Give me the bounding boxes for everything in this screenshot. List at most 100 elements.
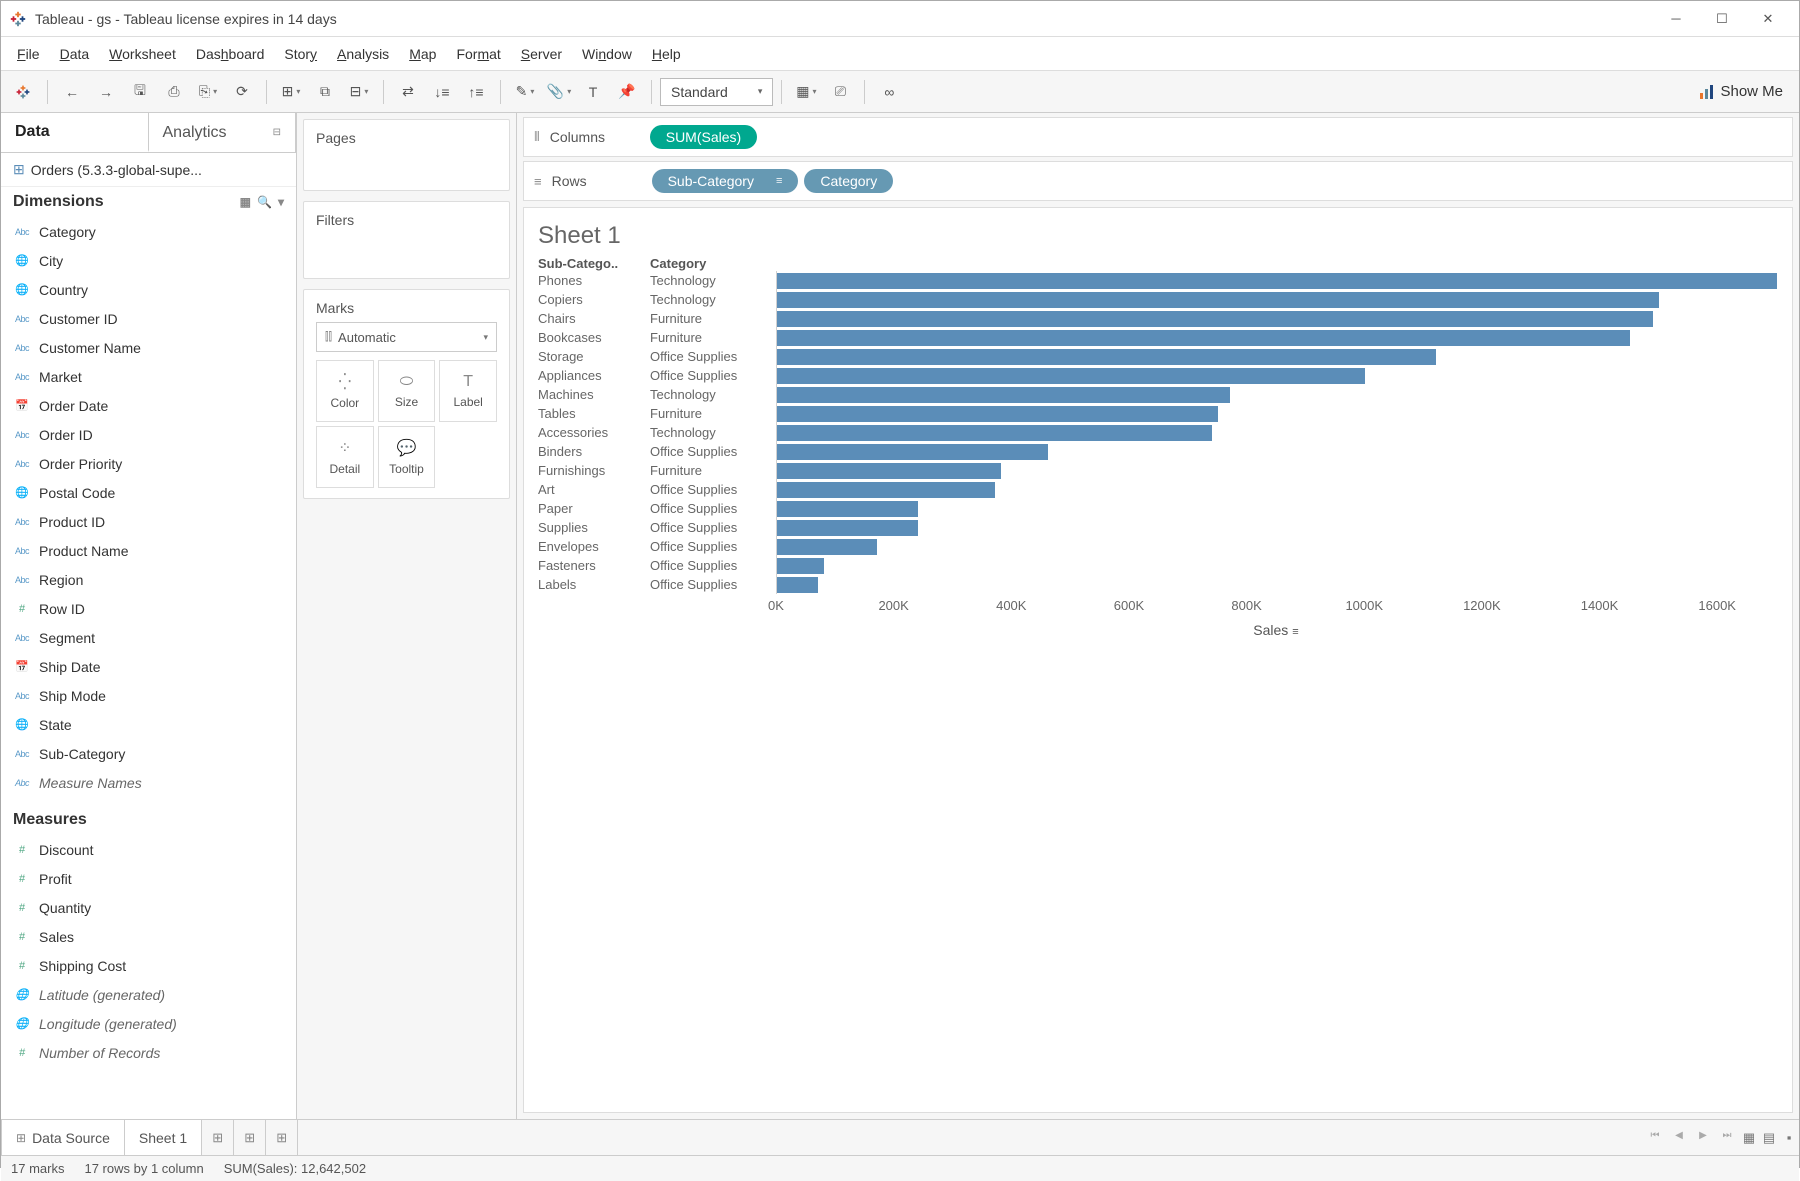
sort-desc-button[interactable]: ↑≡ <box>460 78 492 106</box>
bar[interactable] <box>777 577 818 593</box>
pill-sub-category[interactable]: Sub-Category≡ <box>652 169 799 193</box>
field-segment[interactable]: AbcSegment <box>1 623 296 652</box>
field-order-date[interactable]: 📅Order Date <box>1 391 296 420</box>
undo-button[interactable]: ← <box>56 78 88 106</box>
group-button[interactable]: 📎 <box>543 78 575 106</box>
bar[interactable] <box>777 368 1365 384</box>
share-button[interactable]: ∞ <box>873 78 905 106</box>
menu-analysis[interactable]: Analysis <box>327 42 399 66</box>
field-ship-mode[interactable]: AbcShip Mode <box>1 681 296 710</box>
close-button[interactable]: ✕ <box>1745 4 1791 34</box>
bar[interactable] <box>777 425 1212 441</box>
search-icon[interactable]: 🔍 <box>257 195 272 209</box>
field-row-id[interactable]: #Row ID <box>1 594 296 623</box>
nav-first-button[interactable]: ⏮ <box>1643 1130 1667 1141</box>
labels-button[interactable]: T <box>577 78 609 106</box>
field-order-id[interactable]: AbcOrder ID <box>1 420 296 449</box>
data-tab[interactable]: Data <box>1 113 149 152</box>
chart-row[interactable]: FurnishingsFurniture <box>538 461 1778 480</box>
nav-next-button[interactable]: ▶ <box>1691 1130 1715 1141</box>
size-shelf[interactable]: ⬭Size <box>378 360 436 422</box>
field-product-name[interactable]: AbcProduct Name <box>1 536 296 565</box>
bar[interactable] <box>777 387 1230 403</box>
refresh-button[interactable]: ⟳ <box>226 78 258 106</box>
detail-shelf[interactable]: ⁘Detail <box>316 426 374 488</box>
minimize-button[interactable]: ─ <box>1653 4 1699 34</box>
chart-row[interactable]: EnvelopesOffice Supplies <box>538 537 1778 556</box>
menu-dashboard[interactable]: Dashboard <box>186 42 275 66</box>
chart-row[interactable]: ArtOffice Supplies <box>538 480 1778 499</box>
menu-map[interactable]: Map <box>399 42 446 66</box>
swap-rows-cols-button[interactable]: ⇄ <box>392 78 424 106</box>
field-state[interactable]: 🌐State <box>1 710 296 739</box>
new-sheet-button[interactable]: ⊞ <box>202 1120 234 1155</box>
field-market[interactable]: AbcMarket <box>1 362 296 391</box>
field-profit[interactable]: #Profit <box>1 864 296 893</box>
nav-last-button[interactable]: ⏭ <box>1715 1130 1739 1141</box>
bar[interactable] <box>777 558 824 574</box>
marks-type-dropdown[interactable]: ⫿⫿Automatic <box>316 322 497 352</box>
view-sorter-button[interactable]: ▪ <box>1779 1130 1799 1145</box>
maximize-button[interactable]: ☐ <box>1699 4 1745 34</box>
bar[interactable] <box>777 482 995 498</box>
cards-button[interactable]: ▦ <box>790 78 822 106</box>
field-shipping-cost[interactable]: #Shipping Cost <box>1 951 296 980</box>
new-worksheet-button[interactable]: ⎘ <box>192 78 224 106</box>
rows-shelf[interactable]: ≡ Rows Sub-Category≡Category <box>523 161 1793 201</box>
new-data-button[interactable]: ⎙ <box>158 78 190 106</box>
chart-row[interactable]: ChairsFurniture <box>538 309 1778 328</box>
fit-dropdown[interactable]: Standard <box>660 78 773 106</box>
nav-prev-button[interactable]: ◀ <box>1667 1130 1691 1141</box>
chart-row[interactable]: TablesFurniture <box>538 404 1778 423</box>
chart-row[interactable]: MachinesTechnology <box>538 385 1778 404</box>
field-customer-name[interactable]: AbcCustomer Name <box>1 333 296 362</box>
field-product-id[interactable]: AbcProduct ID <box>1 507 296 536</box>
sheet-title[interactable]: Sheet 1 <box>538 222 1778 250</box>
field-sub-category[interactable]: AbcSub-Category <box>1 739 296 768</box>
chart-row[interactable]: AppliancesOffice Supplies <box>538 366 1778 385</box>
presentation-button[interactable]: ⎚ <box>824 78 856 106</box>
tableau-icon[interactable] <box>7 78 39 106</box>
menu-data[interactable]: Data <box>50 42 100 66</box>
chart-row[interactable]: AccessoriesTechnology <box>538 423 1778 442</box>
field-latitude-generated-[interactable]: 🌐Latitude (generated) <box>1 980 296 1009</box>
label-shelf[interactable]: TLabel <box>439 360 497 422</box>
bar[interactable] <box>777 463 1001 479</box>
field-sales[interactable]: #Sales <box>1 922 296 951</box>
view-filmstrip-button[interactable]: ▤ <box>1759 1130 1779 1146</box>
color-shelf[interactable]: ⁛Color <box>316 360 374 422</box>
new-dashboard-button[interactable]: ⊞ <box>234 1120 266 1155</box>
swap-button[interactable]: ⊞ <box>275 78 307 106</box>
bar[interactable] <box>777 520 918 536</box>
sort-asc-button[interactable]: ↓≡ <box>426 78 458 106</box>
columns-shelf[interactable]: ⦀ Columns SUM(Sales) <box>523 117 1793 157</box>
new-story-button[interactable]: ⊞ <box>266 1120 298 1155</box>
view-icon[interactable]: ▦ <box>240 195 251 209</box>
chart-row[interactable]: StorageOffice Supplies <box>538 347 1778 366</box>
field-number-of-records[interactable]: #Number of Records <box>1 1038 296 1059</box>
view-tabs-button[interactable]: ▦ <box>1739 1130 1759 1146</box>
bar[interactable] <box>777 330 1630 346</box>
bar[interactable] <box>777 501 918 517</box>
pill-sum-sales-[interactable]: SUM(Sales) <box>650 125 757 149</box>
menu-help[interactable]: Help <box>642 42 691 66</box>
sheet1-tab[interactable]: Sheet 1 <box>125 1120 202 1155</box>
field-measure-names[interactable]: AbcMeasure Names <box>1 768 296 797</box>
field-postal-code[interactable]: 🌐Postal Code <box>1 478 296 507</box>
bar[interactable] <box>777 292 1659 308</box>
menu-story[interactable]: Story <box>274 42 327 66</box>
bar[interactable] <box>777 539 877 555</box>
highlight-button[interactable]: ✎ <box>509 78 541 106</box>
field-longitude-generated-[interactable]: 🌐Longitude (generated) <box>1 1009 296 1038</box>
chart-row[interactable]: BindersOffice Supplies <box>538 442 1778 461</box>
datasource-tab[interactable]: ⊞Data Source <box>1 1120 125 1155</box>
chart-row[interactable]: SuppliesOffice Supplies <box>538 518 1778 537</box>
chart-row[interactable]: FastenersOffice Supplies <box>538 556 1778 575</box>
analytics-tab[interactable]: Analytics⊟ <box>149 113 297 152</box>
field-quantity[interactable]: #Quantity <box>1 893 296 922</box>
tooltip-shelf[interactable]: 💬Tooltip <box>378 426 436 488</box>
field-customer-id[interactable]: AbcCustomer ID <box>1 304 296 333</box>
chart-row[interactable]: PaperOffice Supplies <box>538 499 1778 518</box>
menu-icon[interactable]: ▾ <box>278 195 284 209</box>
chart-row[interactable]: LabelsOffice Supplies <box>538 575 1778 594</box>
